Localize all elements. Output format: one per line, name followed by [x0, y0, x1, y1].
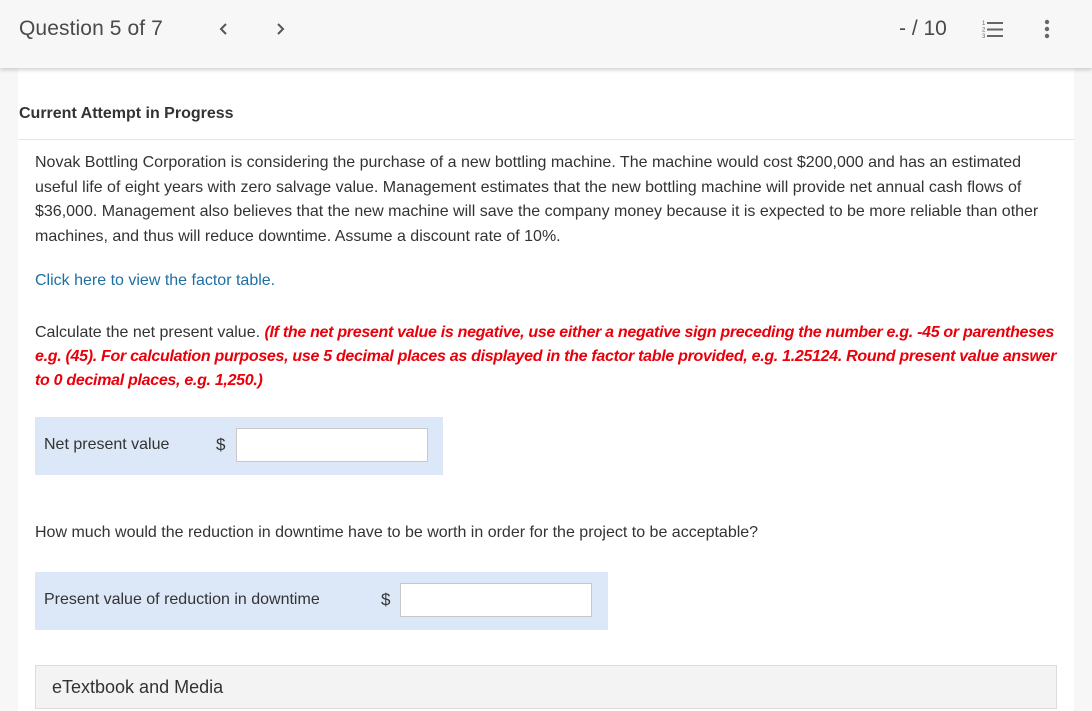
divider [18, 139, 1074, 140]
question-header: Question 5 of 7 - / 10 1 2 3 [0, 0, 1092, 68]
follow-up-question: How much would the reduction in downtime… [35, 524, 759, 541]
chevron-left-icon [219, 23, 227, 35]
question-list-button[interactable]: 1 2 3 [982, 19, 1004, 40]
question-counter: Question 5 of 7 [19, 17, 163, 40]
net-present-value-label: Net present value [44, 436, 170, 453]
instructions: Calculate the net present value. (If the… [35, 321, 1065, 393]
currency-symbol: $ [216, 435, 226, 454]
svg-text:1: 1 [982, 21, 986, 27]
numbered-list-icon: 1 2 3 [982, 21, 1003, 40]
more-options-button[interactable] [1041, 19, 1053, 41]
previous-question-button[interactable] [213, 16, 235, 42]
svg-text:3: 3 [982, 34, 986, 39]
instruction-text: Calculate the net present value. [35, 324, 265, 341]
net-present-value-answer-row: Net present value $ [35, 417, 443, 475]
score-display: - / 10 [899, 17, 947, 40]
chevron-right-icon [277, 23, 285, 35]
downtime-reduction-label: Present value of reduction in downtime [44, 591, 320, 608]
next-question-button[interactable] [269, 16, 291, 42]
downtime-reduction-answer-row: Present value of reduction in downtime $ [35, 572, 608, 630]
more-vertical-icon [1044, 19, 1050, 39]
currency-symbol: $ [381, 590, 391, 609]
downtime-reduction-input[interactable] [400, 583, 592, 617]
etextbook-media-panel[interactable]: eTextbook and Media [35, 665, 1057, 709]
net-present-value-input[interactable] [236, 428, 428, 462]
question-content: Current Attempt in Progress Novak Bottli… [18, 68, 1074, 711]
problem-text: Novak Bottling Corporation is considerin… [35, 154, 1039, 245]
etextbook-media-label: eTextbook and Media [52, 677, 224, 697]
factor-table-link[interactable]: Click here to view the factor table. [35, 272, 275, 290]
svg-text:2: 2 [982, 28, 986, 34]
attempt-heading: Current Attempt in Progress [19, 105, 234, 122]
